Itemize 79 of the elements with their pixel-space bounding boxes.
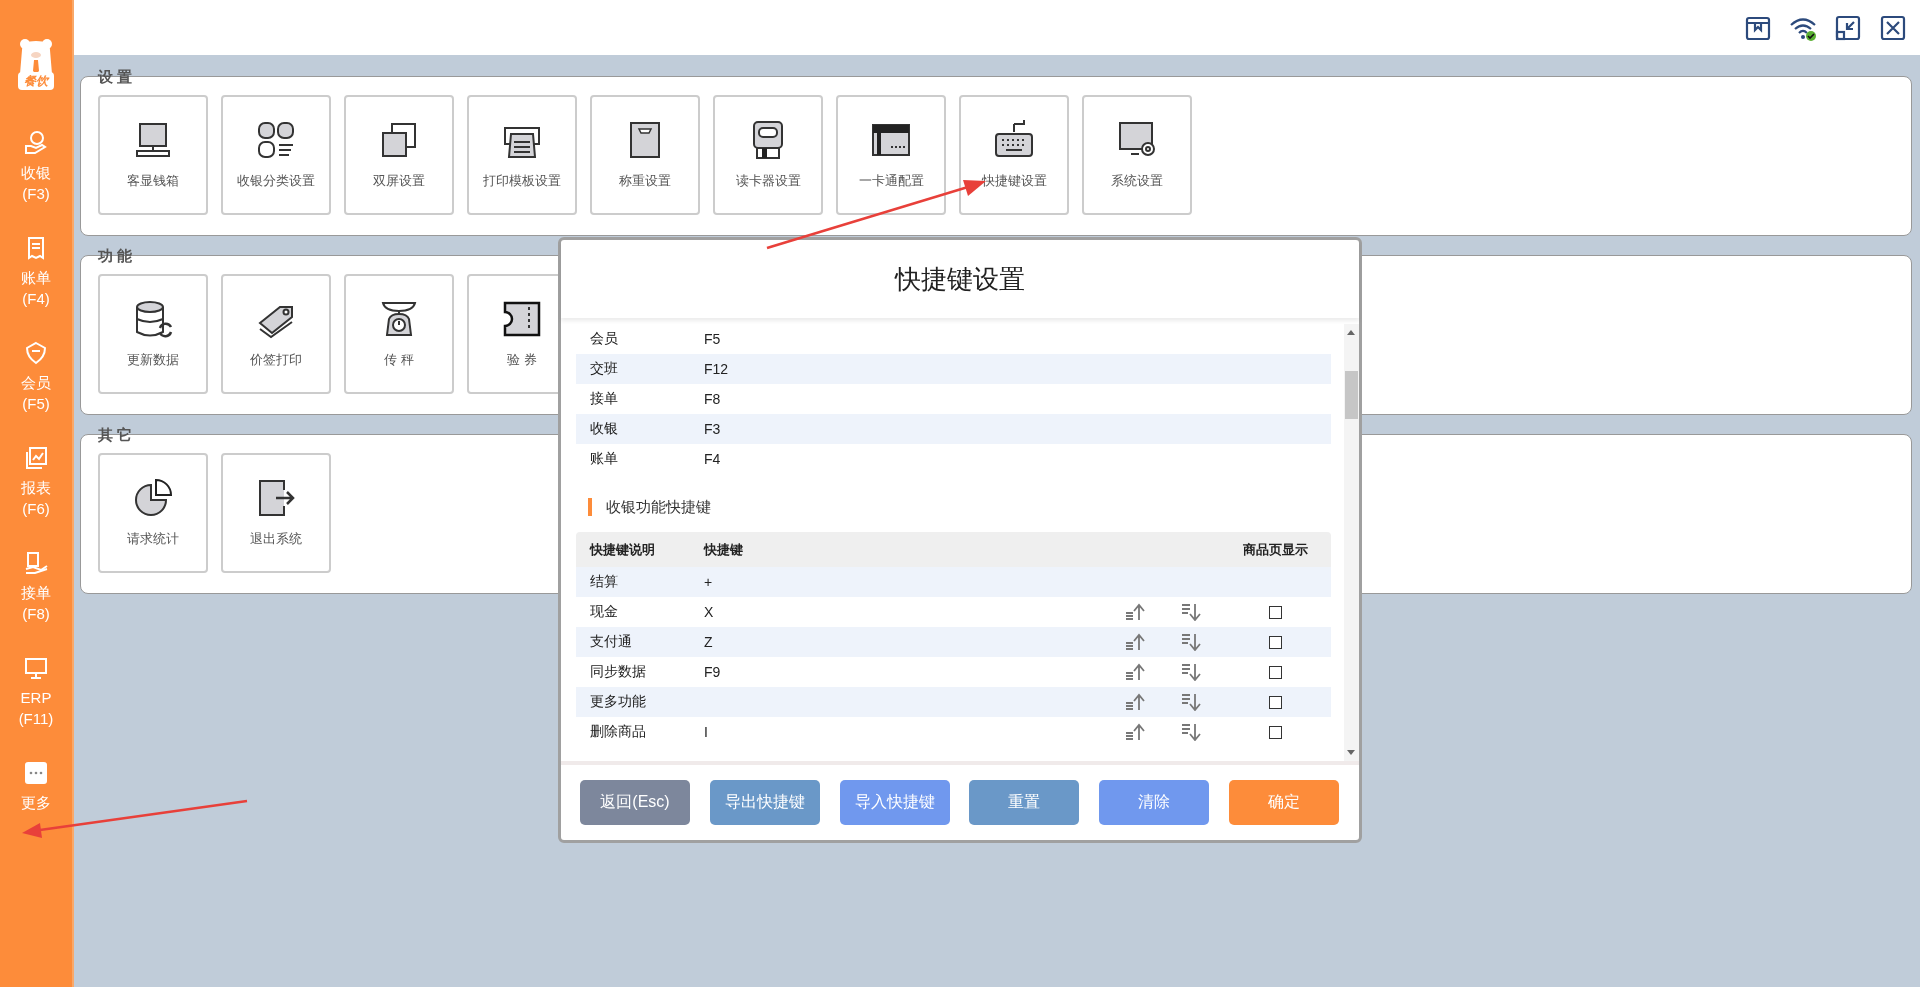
logo-badge: 餐饮: [18, 72, 54, 90]
monitor-icon: [23, 655, 49, 681]
move-down-icon[interactable]: [1181, 723, 1201, 741]
table-cell-text: 删除商品: [589, 723, 647, 741]
column-header: 商品页显示: [1241, 540, 1309, 559]
hand-coin-icon: [23, 130, 49, 156]
more-icon: [23, 760, 49, 786]
move-up-icon[interactable]: [1125, 633, 1145, 651]
table-cell-text: F5: [703, 331, 722, 347]
kitchen-scale-icon: [379, 299, 419, 339]
move-down-icon[interactable]: [1181, 693, 1201, 711]
settings-card[interactable]: 一卡通配置: [836, 95, 946, 215]
table-cell-text: 接单: [589, 390, 619, 408]
settings-card[interactable]: 退出系统: [221, 453, 331, 573]
table-cell-text: 会员: [589, 330, 619, 348]
monitor-icon: [133, 120, 173, 160]
move-down-icon[interactable]: [1181, 603, 1201, 621]
table-cell-text: X: [703, 604, 715, 620]
shapes-icon: [256, 120, 296, 160]
table-cell-text: F4: [703, 451, 722, 467]
table-cell-text: 收银: [589, 420, 619, 438]
settings-card[interactable]: 双屏设置: [344, 95, 454, 215]
column-header: 快捷键说明: [588, 540, 656, 559]
settings-card[interactable]: 读卡器设置: [713, 95, 823, 215]
pie-chart-icon: [133, 478, 173, 518]
settings-card[interactable]: 系统设置: [1082, 95, 1192, 215]
table-cell-text: 交班: [589, 360, 619, 378]
section-title: 收银功能快捷键: [606, 497, 711, 517]
settings-card[interactable]: 客显钱箱: [98, 95, 208, 215]
table-cell-text: 更多功能: [589, 693, 647, 711]
move-up-icon[interactable]: [1125, 693, 1145, 711]
column-header: 快捷键: [702, 540, 744, 559]
table-cell-text: 支付通: [589, 633, 633, 651]
table-cell-text: 现金: [589, 603, 619, 621]
hand-document-icon: [23, 550, 49, 576]
table-cell-text: 账单: [589, 450, 619, 468]
shrink-window-icon[interactable]: [1834, 13, 1862, 42]
table-cell-text: F12: [703, 361, 730, 377]
move-up-icon[interactable]: [1125, 723, 1145, 741]
dialog-title: 快捷键设置: [895, 262, 1025, 296]
settings-card[interactable]: 更新数据: [98, 274, 208, 394]
move-up-icon[interactable]: [1125, 603, 1145, 621]
table-cell-text: Z: [703, 634, 714, 650]
database-sync-icon: [133, 299, 173, 339]
dialog-button[interactable]: 返回(Esc): [580, 780, 690, 825]
section-title: 设 置: [98, 67, 133, 87]
checkbox[interactable]: [1268, 605, 1282, 619]
table-cell-text: 结算: [589, 573, 619, 591]
move-up-icon[interactable]: [1125, 663, 1145, 681]
scrollbar[interactable]: [1344, 324, 1359, 761]
table-cell-text: 同步数据: [589, 663, 647, 681]
table-cell-text: +: [703, 574, 714, 590]
section-title: 其 它: [98, 425, 133, 445]
squares-icon: [379, 120, 419, 160]
settings-card[interactable]: 称重设置: [590, 95, 700, 215]
checkbox[interactable]: [1268, 665, 1282, 679]
table-cell-text: F8: [703, 391, 722, 407]
section-marker: [588, 498, 592, 516]
table-cell-text: F9: [703, 664, 722, 680]
table-cell-text: F3: [703, 421, 722, 437]
settings-card[interactable]: 收银分类设置: [221, 95, 331, 215]
table-cell-text: I: [703, 724, 709, 740]
chart-window-icon: [23, 445, 49, 471]
settings-card[interactable]: 传 秤: [344, 274, 454, 394]
shield-icon: [23, 340, 49, 366]
settings-card[interactable]: 价签打印: [221, 274, 331, 394]
settings-card[interactable]: 快捷键设置: [959, 95, 1069, 215]
move-down-icon[interactable]: [1181, 633, 1201, 651]
exit-icon: [256, 478, 296, 518]
settings-card[interactable]: 请求统计: [98, 453, 208, 573]
move-down-icon[interactable]: [1181, 663, 1201, 681]
ticket-icon: [502, 299, 542, 339]
checkbox[interactable]: [1268, 725, 1282, 739]
checkbox[interactable]: [1268, 695, 1282, 709]
section-title: 功 能: [98, 246, 133, 266]
keyboard-icon: [994, 120, 1034, 160]
close-icon[interactable]: [1879, 13, 1907, 42]
checkbox[interactable]: [1268, 635, 1282, 649]
settings-card[interactable]: 打印模板设置: [467, 95, 577, 215]
